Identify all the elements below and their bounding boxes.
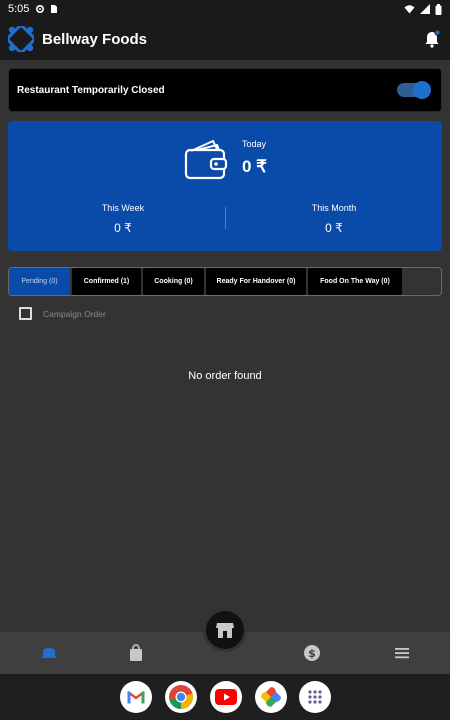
status-bar: 5:05 bbox=[0, 0, 450, 18]
svg-text:$: $ bbox=[308, 647, 316, 660]
youtube-icon bbox=[215, 689, 237, 705]
gmail-icon bbox=[127, 691, 145, 704]
signal-icon bbox=[420, 4, 430, 14]
campaign-order-label: Campaign Order bbox=[43, 308, 106, 319]
sim-card-icon bbox=[51, 5, 58, 13]
menu-icon[interactable] bbox=[392, 644, 412, 662]
earnings-card: Today 0 ₹ This Week 0 ₹ This Month 0 ₹ bbox=[8, 121, 442, 251]
bag-icon[interactable] bbox=[126, 644, 146, 662]
home-icon[interactable] bbox=[39, 644, 59, 662]
this-month-label: This Month bbox=[311, 203, 357, 213]
status-time: 5:05 bbox=[8, 3, 30, 15]
restaurant-status-label: Restaurant Temporarily Closed bbox=[17, 84, 165, 96]
brand-logo-icon bbox=[8, 26, 34, 52]
youtube-app[interactable] bbox=[210, 681, 242, 713]
wifi-icon bbox=[404, 5, 415, 14]
today-label: Today bbox=[242, 139, 267, 149]
system-dock bbox=[0, 674, 450, 720]
this-week-label: This Week bbox=[101, 203, 145, 213]
store-icon bbox=[216, 623, 234, 638]
battery-icon bbox=[435, 3, 442, 15]
order-status-tabs: Pending (0) Confirmed (1) Cooking (0) Re… bbox=[8, 267, 442, 296]
photos-app[interactable] bbox=[255, 681, 287, 713]
tab-ready-for-handover[interactable]: Ready For Handover (0) bbox=[206, 268, 306, 295]
campaign-order-filter[interactable]: Campaign Order bbox=[19, 307, 106, 320]
this-month-value: 0 ₹ bbox=[325, 221, 343, 235]
this-week-value: 0 ₹ bbox=[114, 221, 132, 235]
toggle-knob bbox=[413, 81, 431, 99]
dollar-icon[interactable]: $ bbox=[302, 644, 322, 662]
campaign-order-checkbox[interactable] bbox=[19, 307, 32, 320]
app-title: Bellway Foods bbox=[42, 30, 148, 48]
app-drawer-icon bbox=[308, 690, 322, 704]
notification-bell-icon[interactable] bbox=[422, 29, 442, 49]
tab-pending[interactable]: Pending (0) bbox=[9, 268, 70, 295]
settings-icon bbox=[36, 4, 45, 14]
gmail-app[interactable] bbox=[120, 681, 152, 713]
store-button[interactable] bbox=[203, 608, 247, 652]
tab-cooking[interactable]: Cooking (0) bbox=[143, 268, 204, 295]
chrome-icon bbox=[169, 685, 193, 709]
wallet-icon bbox=[184, 139, 228, 180]
restaurant-closed-toggle[interactable] bbox=[397, 81, 431, 99]
app-bar: Bellway Foods bbox=[0, 18, 450, 60]
app-drawer-button[interactable] bbox=[299, 681, 331, 713]
tab-food-on-the-way[interactable]: Food On The Way (0) bbox=[308, 268, 402, 295]
tab-confirmed[interactable]: Confirmed (1) bbox=[72, 268, 141, 295]
restaurant-status-card: Restaurant Temporarily Closed bbox=[8, 68, 442, 112]
chrome-app[interactable] bbox=[165, 681, 197, 713]
empty-orders-message: No order found bbox=[188, 370, 262, 382]
photos-icon bbox=[261, 687, 281, 707]
today-value: 0 ₹ bbox=[242, 157, 267, 176]
